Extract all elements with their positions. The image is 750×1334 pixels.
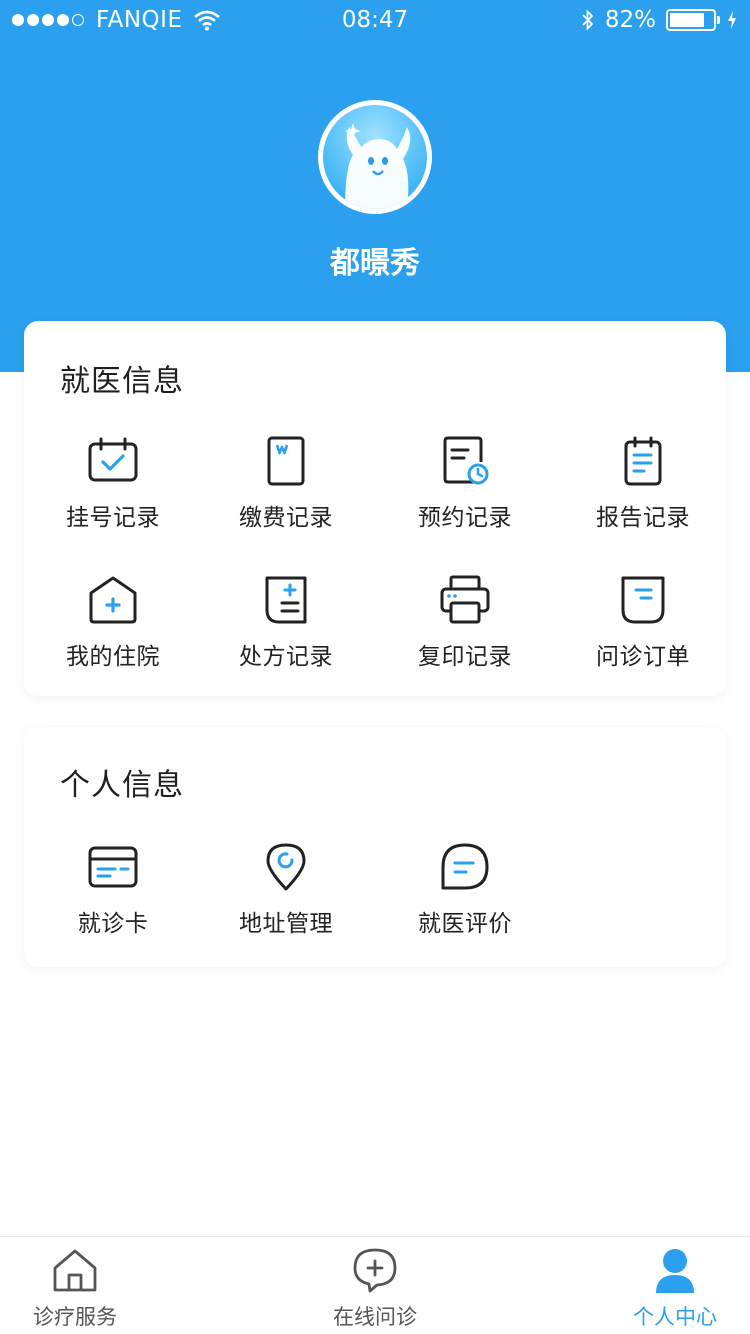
bluetooth-icon [582,9,594,31]
status-bar: FANQIE 08:47 82% [0,0,750,40]
charging-icon [728,11,736,29]
order-icon [621,576,665,624]
consultation-order-button[interactable]: 问诊订单 [554,575,732,685]
document-clock-icon [443,436,489,485]
payment-record-label: 缴费记录 [239,505,333,531]
tab-medical-services[interactable]: 诊疗服务 [0,1237,200,1334]
medical-card-button[interactable]: 就诊卡 [24,842,202,952]
chat-plus-icon [353,1248,397,1293]
hospital-house-icon [89,576,137,624]
medical-review-button[interactable]: 就医评价 [376,842,554,952]
user-icon [656,1249,694,1293]
address-management-label: 地址管理 [239,911,333,937]
copy-record-label: 复印记录 [418,644,512,670]
battery-icon [666,9,720,31]
my-hospitalization-label: 我的住院 [66,644,160,670]
printer-icon [440,575,490,624]
calendar-check-icon [88,437,138,482]
username: 都暻秀 [330,246,420,281]
appointment-record-label: 预约记录 [418,505,512,531]
home-icon [53,1249,97,1292]
tab-personal-center-label: 个人中心 [633,1305,717,1329]
payment-record-button[interactable]: 缴费记录 [197,436,375,546]
tab-personal-center[interactable]: 个人中心 [550,1237,750,1334]
location-pin-icon [266,843,306,891]
report-record-button[interactable]: 报告记录 [554,436,732,546]
medical-card-label: 就诊卡 [77,911,149,937]
personal-info-title: 个人信息 [60,768,184,803]
report-record-label: 报告记录 [596,505,690,531]
prescription-record-label: 处方记录 [239,644,333,670]
consultation-order-label: 问诊订单 [596,644,690,670]
tab-bar: 诊疗服务 在线问诊 个人中心 [0,1236,750,1334]
medical-review-label: 就医评价 [418,911,512,937]
registration-record-label: 挂号记录 [66,505,160,531]
copy-record-button[interactable]: 复印记录 [376,575,554,685]
prescription-icon [265,576,307,624]
avatar-character-icon [345,123,411,209]
my-hospitalization-button[interactable]: 我的住院 [24,575,202,685]
appointment-record-button[interactable]: 预约记录 [376,436,554,546]
tab-online-consultation[interactable]: 在线问诊 [250,1237,500,1334]
medical-info-title: 就医信息 [60,364,184,399]
document-w-icon [267,436,305,486]
card-icon [88,846,138,888]
battery-percent: 82% [604,7,656,33]
address-management-button[interactable]: 地址管理 [197,842,375,952]
avatar[interactable] [318,100,432,214]
tab-online-consultation-label: 在线问诊 [333,1305,417,1329]
prescription-record-button[interactable]: 处方记录 [197,575,375,685]
clipboard-icon [624,436,662,486]
personal-info-card: 个人信息 就诊卡 地址管理 就医评价 [24,727,726,967]
chat-bubble-icon [441,843,489,890]
medical-info-card: 就医信息 挂号记录 缴费记录 预约记录 报告记录 我的住院 处方记录 复印记录 … [24,321,726,696]
tab-medical-services-label: 诊疗服务 [33,1305,117,1329]
registration-record-button[interactable]: 挂号记录 [24,436,202,546]
